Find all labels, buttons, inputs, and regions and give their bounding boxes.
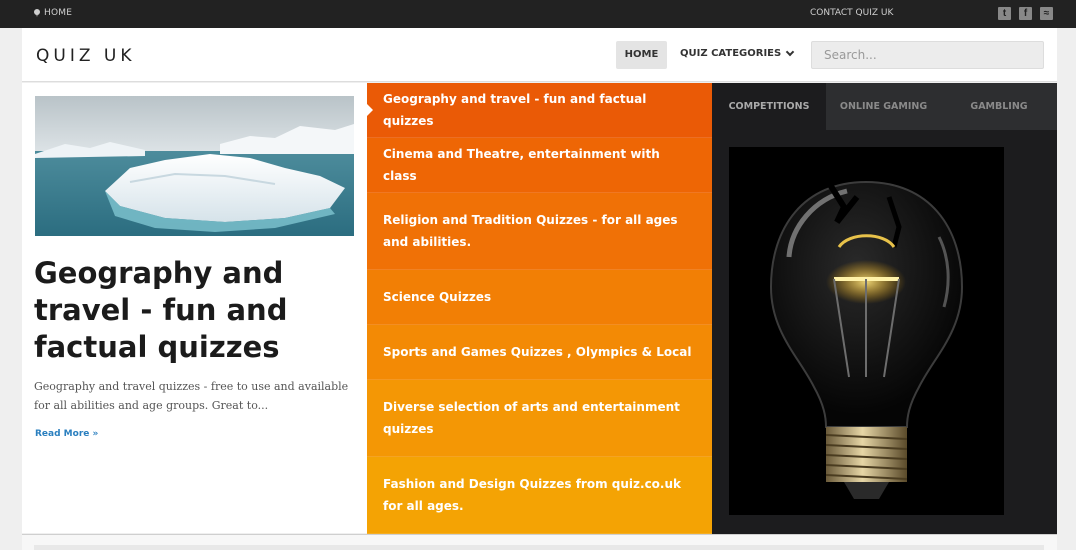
tab-online-gaming[interactable]: ONLINE GAMING	[826, 83, 941, 130]
read-more-link[interactable]: Read More »	[35, 429, 98, 439]
category-label: Fashion and Design Quizzes from quiz.co.…	[383, 477, 682, 513]
category-label: Geography and travel - fun and factual q…	[383, 92, 647, 128]
category-label: Religion and Tradition Quizzes - for all…	[383, 213, 678, 249]
featured-image[interactable]	[35, 96, 354, 236]
featured-title[interactable]: Geography and travel - fun and factual q…	[34, 255, 354, 366]
category-item-cinema[interactable]: Cinema and Theatre, entertainment with c…	[367, 138, 712, 193]
lightbulb-image[interactable]	[729, 147, 1004, 515]
location-pin-icon	[34, 9, 40, 17]
search-input[interactable]	[811, 41, 1044, 69]
category-label: Cinema and Theatre, entertainment with c…	[383, 147, 660, 183]
facebook-icon[interactable]: f	[1019, 7, 1032, 20]
top-home-label: HOME	[44, 8, 73, 18]
twitter-icon[interactable]: t	[998, 7, 1011, 20]
contact-link[interactable]: CONTACT QUIZ UK	[810, 8, 893, 18]
category-label: Sports and Games Quizzes , Olympics & Lo…	[383, 345, 692, 359]
bottom-strip	[22, 534, 1057, 550]
tabbed-panel: COMPETITIONS ONLINE GAMING GAMBLING	[712, 83, 1057, 534]
category-item-religion[interactable]: Religion and Tradition Quizzes - for all…	[367, 193, 712, 270]
bottom-strip-inner	[34, 545, 1044, 550]
category-list: Geography and travel - fun and factual q…	[367, 83, 712, 534]
active-arrow-icon	[367, 104, 373, 116]
site-logo[interactable]: QUIZ UK	[36, 46, 135, 66]
top-home-link[interactable]: HOME	[34, 8, 72, 18]
nav-categories-menu[interactable]: QUIZ CATEGORIES	[680, 47, 795, 59]
category-label: Diverse selection of arts and entertainm…	[383, 400, 680, 436]
site-header: QUIZ UK HOME QUIZ CATEGORIES	[22, 28, 1057, 82]
category-item-arts[interactable]: Diverse selection of arts and entertainm…	[367, 380, 712, 457]
rss-icon[interactable]: ≈	[1040, 7, 1053, 20]
category-item-science[interactable]: Science Quizzes	[367, 270, 712, 325]
category-item-geography[interactable]: Geography and travel - fun and factual q…	[367, 83, 712, 138]
featured-article: Geography and travel - fun and factual q…	[22, 83, 367, 533]
featured-excerpt: Geography and travel quizzes - free to u…	[34, 380, 349, 412]
panel-tabs: COMPETITIONS ONLINE GAMING GAMBLING	[712, 83, 1057, 130]
category-item-sports[interactable]: Sports and Games Quizzes , Olympics & Lo…	[367, 325, 712, 380]
top-bar: HOME CONTACT QUIZ UK t f ≈	[0, 0, 1076, 28]
tab-gambling[interactable]: GAMBLING	[941, 83, 1057, 130]
tab-competitions[interactable]: COMPETITIONS	[712, 83, 826, 130]
category-label: Science Quizzes	[383, 290, 492, 304]
nav-home-button[interactable]: HOME	[616, 41, 667, 69]
category-item-fashion[interactable]: Fashion and Design Quizzes from quiz.co.…	[367, 457, 712, 534]
chevron-down-icon	[785, 47, 795, 57]
nav-categories-label: QUIZ CATEGORIES	[680, 48, 782, 59]
